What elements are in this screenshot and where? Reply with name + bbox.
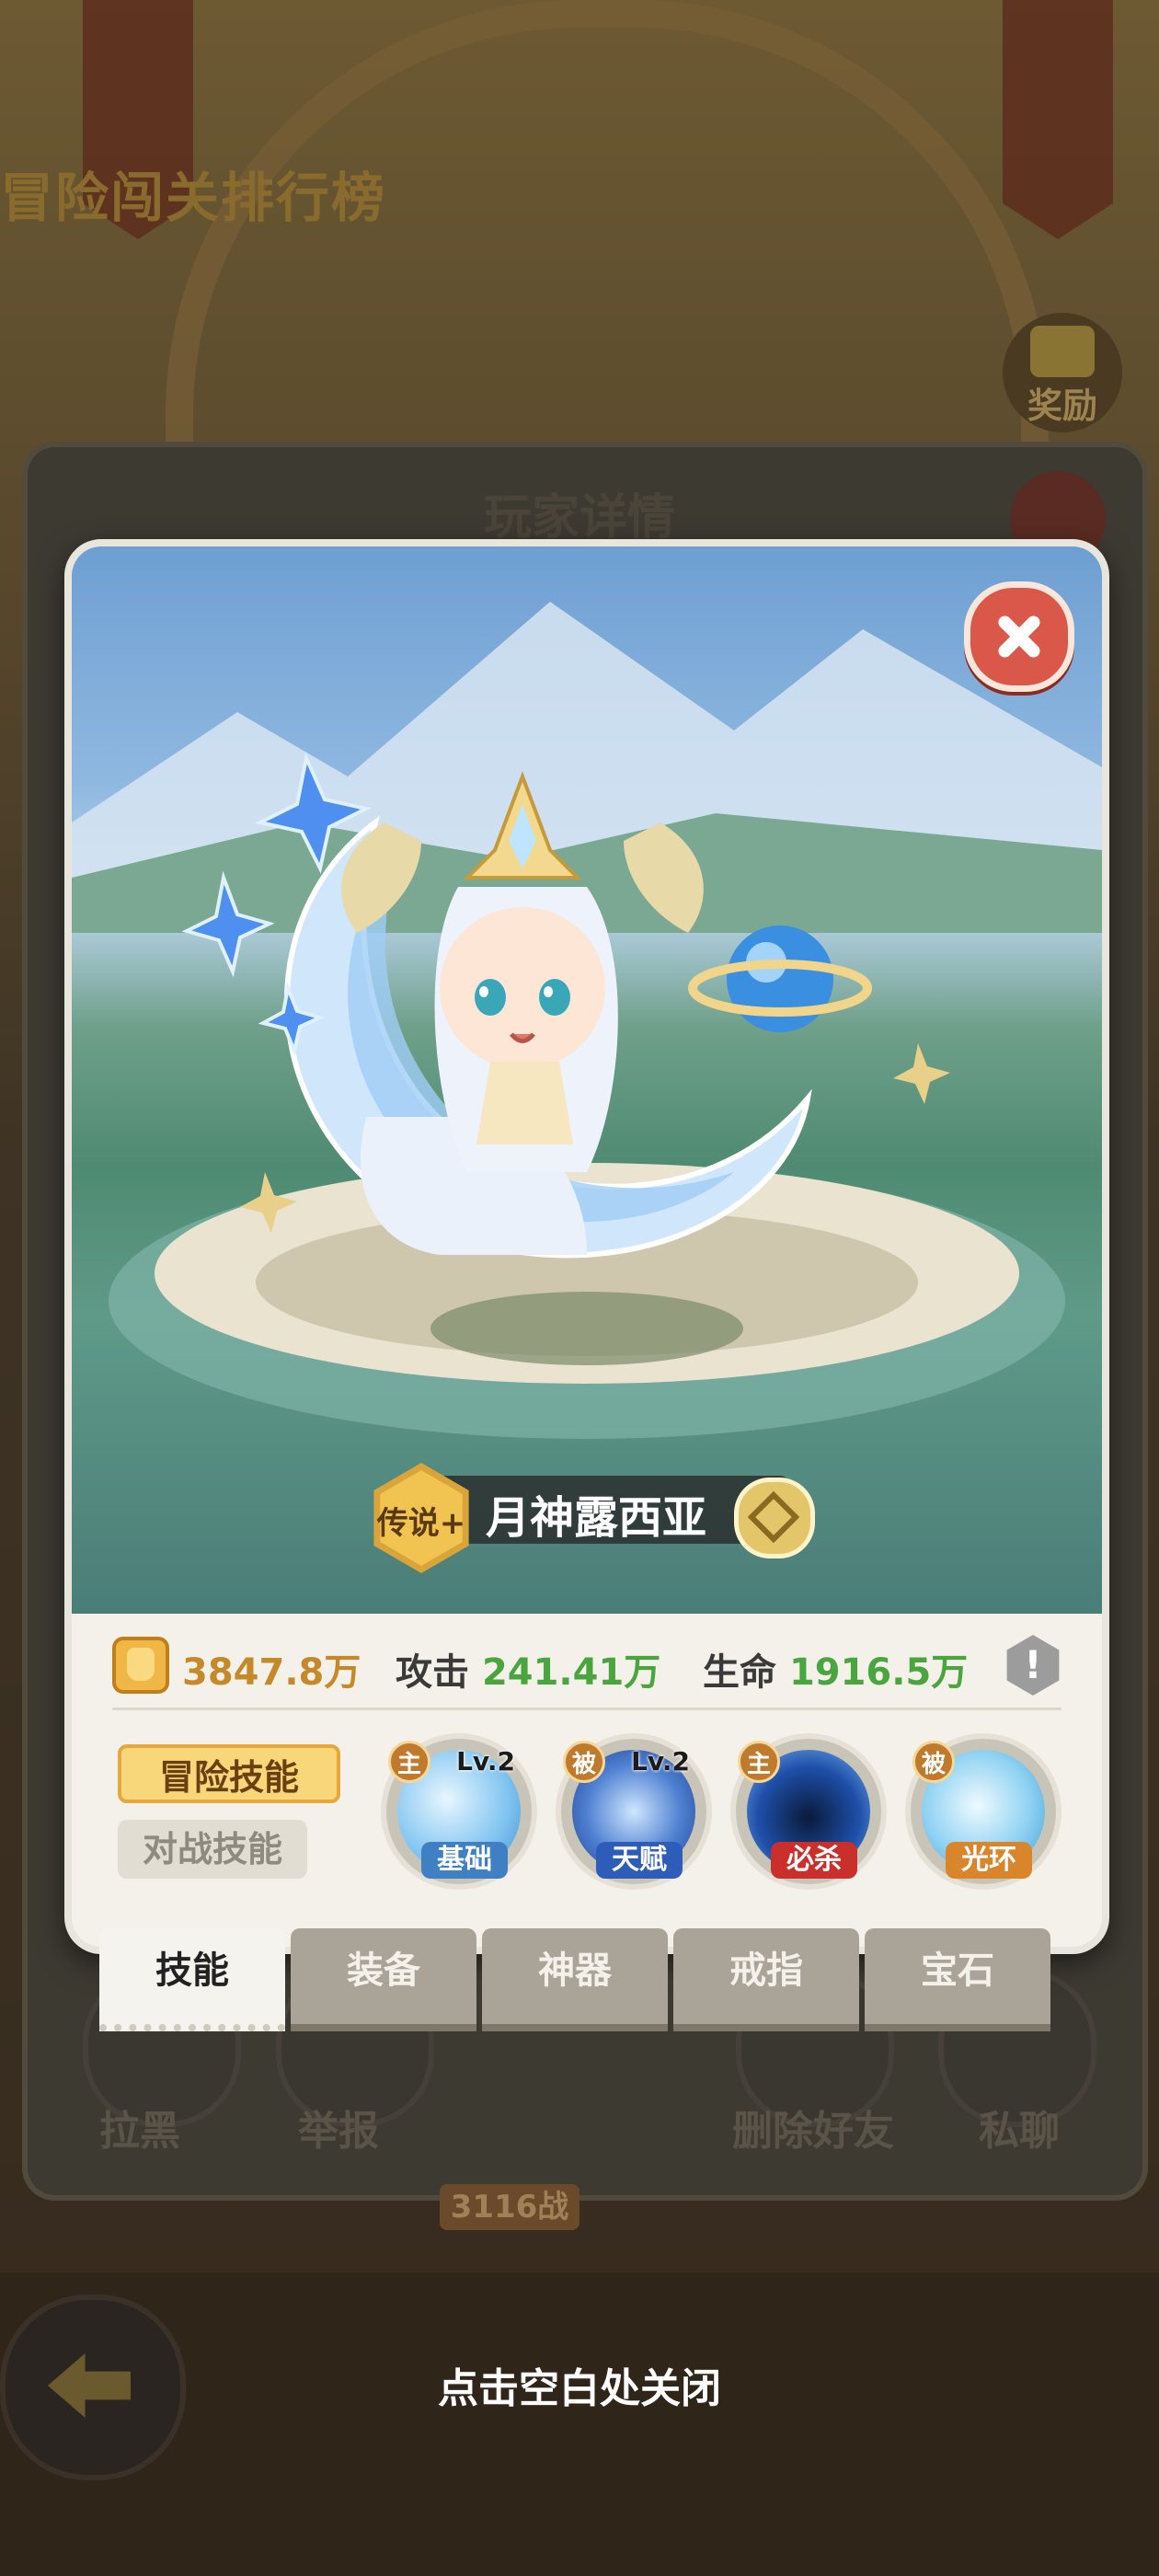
attack-value: 241.41万 [481,1651,661,1694]
skill-level: Lv.2 [631,1746,690,1777]
reward-button[interactable]: 奖励 [1003,313,1122,432]
attack-label: 攻击 [396,1651,469,1694]
detail-tab-bar: 技能 装备 神器 戒指 宝石 [99,1928,1056,2031]
skill-name: 基础 [421,1842,508,1879]
info-icon[interactable]: ! [1006,1635,1060,1696]
skill-basic[interactable]: 主 Lv.2 基础 [381,1733,537,1890]
tab-skills[interactable]: 技能 [99,1928,285,2031]
skill-type-badge: 被 [912,1741,955,1783]
hero-name: 月神露西亚 [486,1492,707,1544]
tab-gem[interactable]: 宝石 [865,1928,1050,2031]
skill-name: 必杀 [771,1842,857,1879]
background-banner-right [1003,0,1113,239]
hero-detail-card: 传说+ 月神露西亚 3847.8万 攻击 241.41万 生命 1916.5万 … [64,539,1109,1954]
attack-stat: 攻击 241.41万 [396,1642,660,1696]
hero-name-plate: 传说+ 月神露西亚 [366,1463,815,1573]
tab-ring[interactable]: 戒指 [673,1928,859,2031]
hp-stat: 生命 1916.5万 [703,1642,968,1696]
combat-power-value: 3847.8万 [182,1651,361,1694]
dialog-title: 玩家详情 [483,490,675,546]
skill-level: Lv.2 [456,1746,515,1777]
close-hint[interactable]: 点击空白处关闭 [0,2355,1159,2414]
hp-label: 生命 [703,1651,776,1694]
hero-artwork: 传说+ 月神露西亚 [72,546,1102,1614]
skill-type-badge: 被 [563,1741,605,1783]
adventure-skills-tab[interactable]: 冒险技能 [118,1744,340,1803]
rarity-badge: 传说+ [366,1463,476,1573]
skill-aura[interactable]: 被 光环 [905,1733,1061,1890]
leaderboard-title: 冒险闯关排行榜 [0,167,387,229]
combat-power: 3847.8万 [182,1642,361,1696]
hero-illustration [72,602,1102,1439]
tab-equipment[interactable]: 装备 [291,1928,476,2031]
fist-icon [112,1637,169,1694]
rarity-label: 传说+ [376,1505,466,1542]
reward-label: 奖励 [1027,385,1097,426]
power-chip: 3116战 [440,2184,580,2230]
delete-friend-label: 删除好友 [732,2108,894,2155]
hero-stats-row: 3847.8万 攻击 241.41万 生命 1916.5万 ! [72,1618,1102,1710]
skill-type-badge: 主 [738,1741,780,1783]
block-label: 拉黑 [99,2108,180,2155]
hp-value: 1916.5万 [788,1651,969,1694]
skill-type-badge: 主 [388,1741,430,1783]
element-icon[interactable] [734,1478,815,1558]
treasure-icon [1030,326,1095,377]
close-button[interactable] [964,581,1074,692]
skill-name: 天赋 [596,1842,683,1879]
report-label: 举报 [298,2108,379,2155]
skill-talent[interactable]: 被 Lv.2 天赋 [556,1733,712,1890]
battle-skills-tab[interactable]: 对战技能 [118,1820,307,1879]
stats-divider [112,1708,1061,1710]
skill-name: 光环 [946,1842,1032,1879]
private-chat-label: 私聊 [979,2108,1060,2155]
skill-ultimate[interactable]: 主 必杀 [730,1733,887,1890]
tab-artifact[interactable]: 神器 [482,1928,668,2031]
